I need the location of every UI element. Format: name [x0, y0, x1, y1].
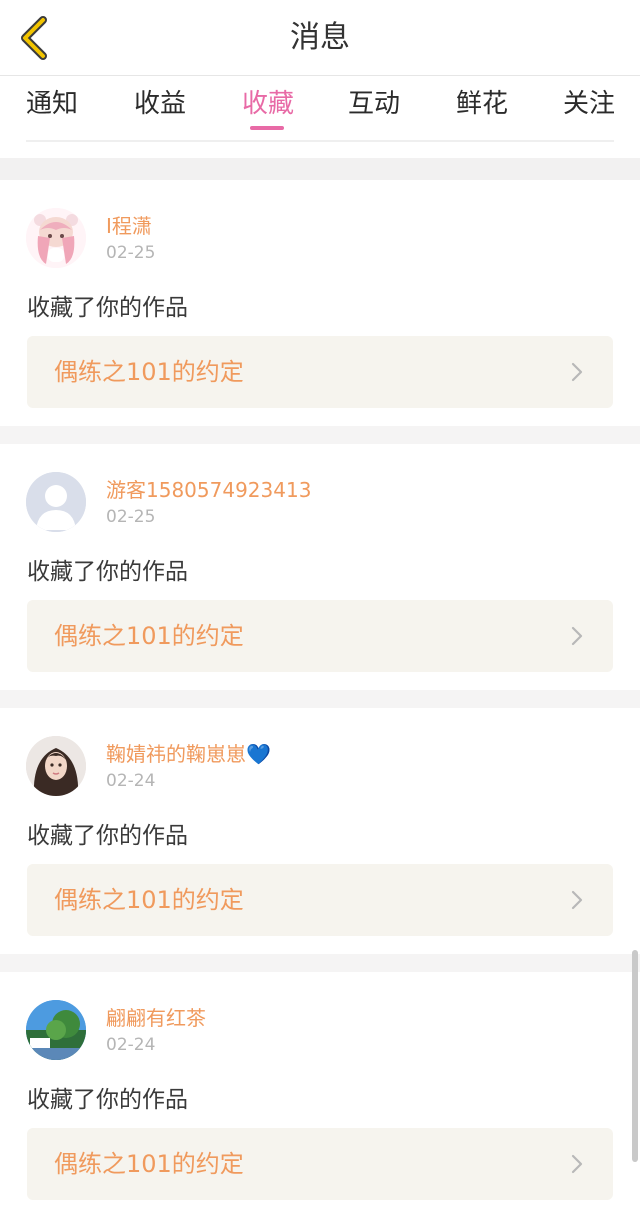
active-tab-indicator [250, 126, 284, 130]
chevron-right-icon [571, 626, 583, 646]
tab-follows[interactable]: 关注 [561, 76, 617, 136]
activity-text: 收藏了你的作品 [27, 559, 188, 585]
chevron-right-icon [571, 890, 583, 910]
chevron-right-icon [571, 362, 583, 382]
chevron-right-icon [571, 1154, 583, 1174]
avatar[interactable] [26, 736, 86, 796]
top-bar: 消息 [0, 0, 640, 76]
tab-interactions[interactable]: 互动 [346, 76, 402, 136]
scrollbar[interactable] [632, 950, 638, 1162]
portrait-photo-avatar-icon [26, 736, 86, 796]
anime-figure-avatar-icon [26, 208, 86, 268]
list-item: I程潇 02-25 收藏了你的作品 偶练之101的约定 [0, 180, 640, 426]
list-item: 鞠婧祎的鞠崽崽💙 02-24 收藏了你的作品 偶练之101的约定 [0, 708, 640, 954]
activity-text: 收藏了你的作品 [27, 1087, 188, 1113]
tab-divider [26, 140, 614, 142]
landscape-photo-avatar-icon [26, 1000, 86, 1060]
tab-notifications[interactable]: 通知 [24, 76, 80, 136]
work-title: 偶练之101的约定 [54, 886, 244, 914]
work-link[interactable]: 偶练之101的约定 [27, 336, 613, 408]
tab-flowers[interactable]: 鲜花 [454, 76, 510, 136]
timestamp: 02-24 [106, 1035, 156, 1055]
timestamp: 02-25 [106, 507, 156, 527]
work-title: 偶练之101的约定 [54, 358, 244, 386]
work-link[interactable]: 偶练之101的约定 [27, 864, 613, 936]
list-item: 翩翩有红茶 02-24 收藏了你的作品 偶练之101的约定 [0, 972, 640, 1218]
avatar[interactable] [26, 208, 86, 268]
activity-text: 收藏了你的作品 [27, 823, 188, 849]
work-link[interactable]: 偶练之101的约定 [27, 600, 613, 672]
timestamp: 02-25 [106, 243, 156, 263]
chevron-left-icon [21, 16, 47, 60]
username[interactable]: 鞠婧祎的鞠崽崽💙 [106, 738, 271, 767]
avatar[interactable] [26, 1000, 86, 1060]
section-gap [0, 158, 640, 180]
back-button[interactable] [14, 12, 54, 64]
tab-earnings[interactable]: 收益 [132, 76, 188, 136]
username[interactable]: I程潇 [106, 210, 152, 239]
timestamp: 02-24 [106, 771, 156, 791]
username[interactable]: 翩翩有红茶 [106, 1002, 206, 1031]
default-user-avatar-icon [26, 472, 86, 532]
activity-text: 收藏了你的作品 [27, 295, 188, 321]
page-title: 消息 [290, 20, 350, 55]
username[interactable]: 游客1580574923413 [106, 474, 311, 503]
work-title: 偶练之101的约定 [54, 622, 244, 650]
work-link[interactable]: 偶练之101的约定 [27, 1128, 613, 1200]
avatar[interactable] [26, 472, 86, 532]
list-item: 游客1580574923413 02-25 收藏了你的作品 偶练之101的约定 [0, 444, 640, 690]
tab-bar: 通知 收益 收藏 互动 鲜花 关注 [0, 76, 640, 158]
work-title: 偶练之101的约定 [54, 1150, 244, 1178]
